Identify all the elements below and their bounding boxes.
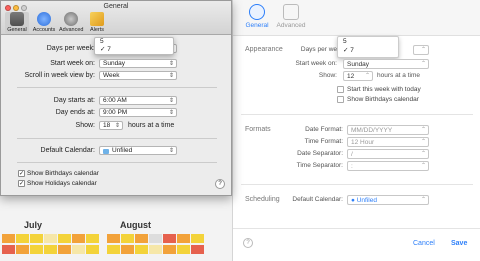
toolbar-label: General <box>7 27 27 33</box>
toolbar-label: Advanced <box>59 27 84 33</box>
gear-switch-icon <box>10 12 24 26</box>
help-button[interactable]: ? <box>243 238 253 248</box>
toolbar-label: Accounts <box>32 27 56 33</box>
window-title: General <box>103 3 129 10</box>
show-holidays-checkbox[interactable]: ✓ Show Holidays calendar <box>18 180 97 187</box>
time-format-select[interactable]: 12 Hour <box>347 137 429 147</box>
at-icon <box>37 12 51 26</box>
checkbox-checked[interactable]: ✓ <box>18 170 25 177</box>
calendar-color-swatch <box>103 148 109 154</box>
advanced-icon <box>283 4 299 20</box>
start-week-select[interactable]: Sunday <box>99 59 177 68</box>
scroll-week-select[interactable]: Week <box>99 71 177 80</box>
start-week-select[interactable]: Sunday <box>343 59 429 69</box>
show-birthdays-checkbox[interactable]: Show Birthdays calendar <box>337 96 419 103</box>
checkbox-label: Start this week with today <box>347 86 421 94</box>
checkbox-label: Show Birthdays calendar <box>27 170 99 178</box>
default-calendar-value: Unfiled <box>112 147 133 154</box>
checkbox-label: Show Birthdays calendar <box>347 96 419 104</box>
calendar-week-row <box>2 234 204 244</box>
footer-divider <box>233 228 480 229</box>
time-separator-select[interactable]: : <box>347 161 429 171</box>
day-starts-select[interactable]: 6:00 AM <box>99 96 177 105</box>
section-formats: Formats <box>245 126 271 133</box>
menu-item-5[interactable]: 5 <box>343 37 398 46</box>
start-week-label: Start week on: <box>50 60 95 67</box>
toolbar-label: Alerts <box>89 27 105 33</box>
default-calendar-select[interactable]: ● Unfiled <box>347 195 429 205</box>
day-starts-label: Day starts at: <box>53 97 95 104</box>
settings-toolbar: General Advanced <box>233 0 480 36</box>
date-format-label: Date Format: <box>305 126 343 133</box>
date-separator-label: Date Separator: <box>297 150 343 157</box>
save-button[interactable]: Save <box>451 240 467 247</box>
divider <box>17 87 217 88</box>
days-per-week-menu[interactable]: 5 ✓ 7 <box>94 37 174 55</box>
toolbar-alerts[interactable]: Alerts <box>85 12 109 33</box>
tab-label: Advanced <box>276 22 306 29</box>
divider <box>17 162 217 163</box>
day-ends-select[interactable]: 9:00 PM <box>99 108 177 117</box>
days-per-week-select[interactable] <box>413 45 429 55</box>
divider <box>241 184 473 185</box>
default-calendar-select[interactable]: Unfiled <box>99 146 177 155</box>
tab-label: General <box>245 22 269 29</box>
show-hours-stepper[interactable]: 18 <box>99 121 123 130</box>
scroll-week-label: Scroll in week view by: <box>24 72 95 79</box>
start-today-checkbox[interactable]: Start this week with today <box>337 86 421 93</box>
show-hours-select[interactable]: 12 <box>343 71 373 81</box>
divider <box>241 114 473 115</box>
day-ends-label: Day ends at: <box>55 109 95 116</box>
section-appearance: Appearance <box>245 46 283 53</box>
checkbox-checked[interactable]: ✓ <box>18 180 25 187</box>
default-calendar-label: Default Calendar: <box>292 196 343 203</box>
default-calendar-label: Default Calendar: <box>40 147 95 154</box>
window-titlebar: General General Accounts Advanced Alerts <box>1 1 231 35</box>
gear-icon <box>64 12 78 26</box>
checkbox-label: Show Holidays calendar <box>27 180 97 188</box>
start-week-label: Start week on: <box>295 60 337 67</box>
menu-item-7[interactable]: ✓ 7 <box>343 46 398 55</box>
month-label-july: July <box>24 220 43 230</box>
time-separator-label: Time Separator: <box>296 162 343 169</box>
show-hours-suffix: hours at a time <box>377 72 420 79</box>
show-hours-label: Show: <box>75 122 95 129</box>
toolbar-general[interactable]: General <box>5 12 29 34</box>
help-button[interactable]: ? <box>215 179 225 189</box>
month-label-august: August <box>120 220 151 230</box>
divider <box>17 138 217 139</box>
show-birthdays-checkbox[interactable]: ✓ Show Birthdays calendar <box>18 170 99 177</box>
time-format-label: Time Format: <box>304 138 343 145</box>
days-per-week-menu[interactable]: 5 ✓ 7 <box>337 36 399 58</box>
days-per-week-label: Days per week: <box>46 45 95 52</box>
checkbox-box[interactable] <box>337 96 344 103</box>
tab-advanced[interactable]: Advanced <box>271 4 311 29</box>
date-separator-select[interactable]: / <box>347 149 429 159</box>
show-hours-label: Show: <box>318 72 337 79</box>
menu-item-5[interactable]: 5 <box>100 38 173 46</box>
checkmark-circle-icon <box>249 4 265 20</box>
toolbar-advanced[interactable]: Advanced <box>59 12 83 33</box>
days-per-week-label: Days per we <box>300 46 337 53</box>
settings-panel: General Advanced Appearance Days per we … <box>232 0 480 261</box>
show-hours-suffix: hours at a time <box>128 122 175 129</box>
checkbox-box[interactable] <box>337 86 344 93</box>
menu-item-7[interactable]: ✓ 7 <box>100 46 173 54</box>
date-format-select[interactable]: MM/DD/YYYY <box>347 125 429 135</box>
background-mini-calendar: July August <box>0 196 232 261</box>
megaphone-icon <box>90 12 104 26</box>
toolbar-accounts[interactable]: Accounts <box>32 12 56 33</box>
cancel-button[interactable]: Cancel <box>413 240 435 247</box>
calendar-week-row <box>2 245 204 255</box>
preferences-window: General General Accounts Advanced Alerts… <box>0 0 232 196</box>
